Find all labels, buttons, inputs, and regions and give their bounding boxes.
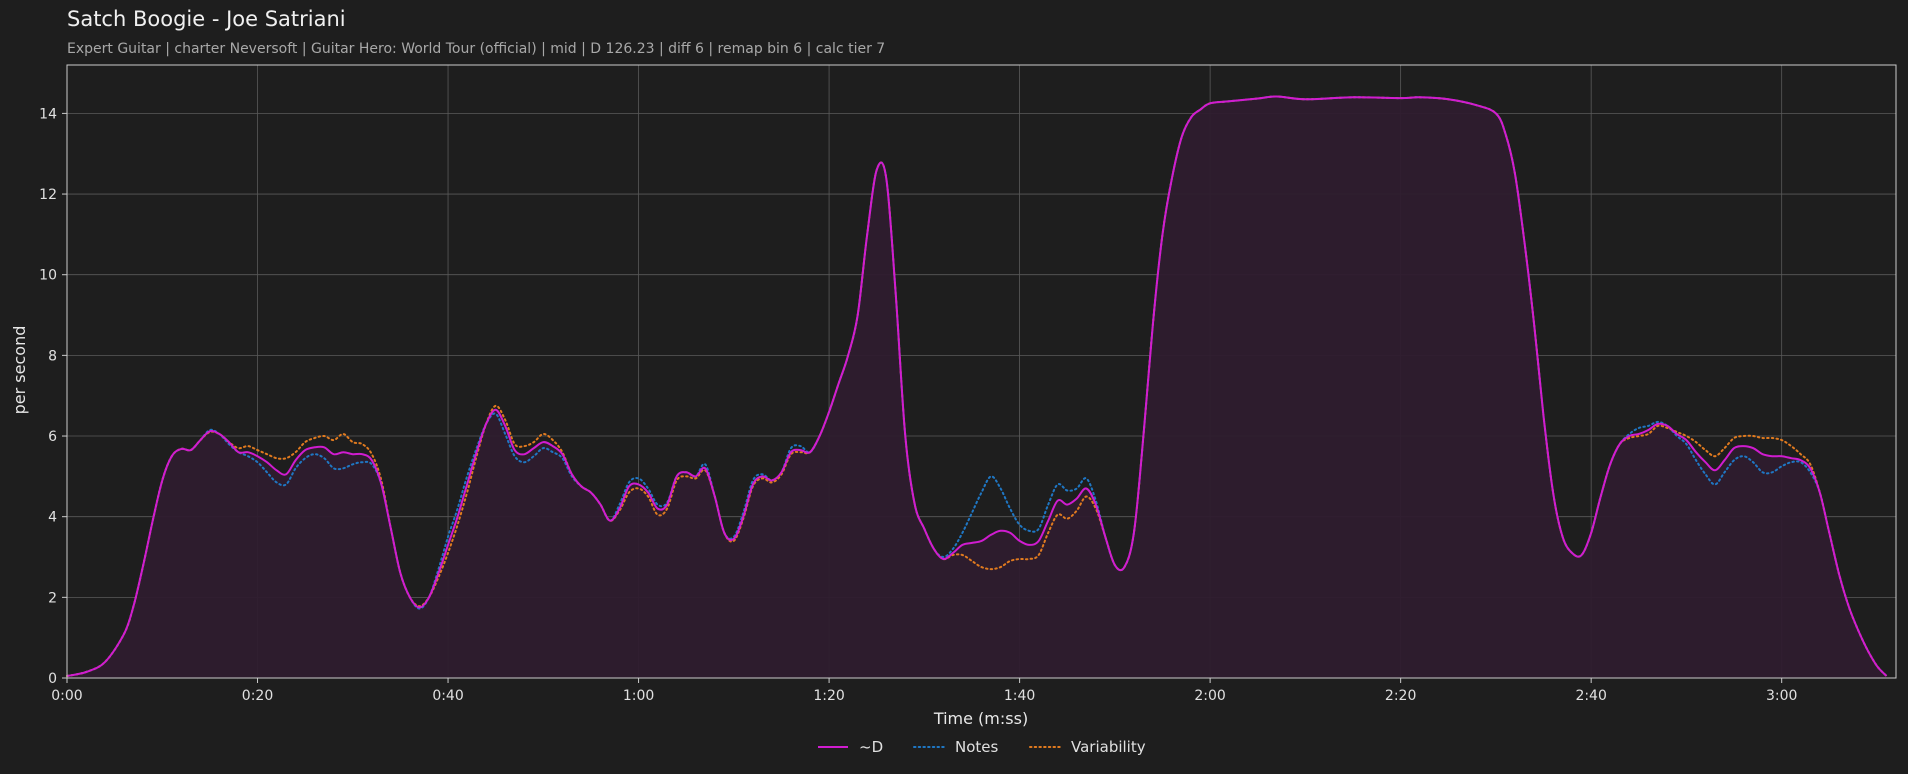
y-tick-label: 12: [39, 187, 57, 203]
x-tick-label: 1:20: [813, 688, 844, 704]
chart-svg: 0:00 0:20 0:40 1:00 1:20 1:40 2:00 2:20 2:40 3:00…: [10, 64, 1897, 756]
y-tick-label: 4: [48, 510, 57, 526]
x-tick-label: 0:00: [51, 688, 82, 704]
legend-label-1: Notes: [955, 738, 999, 756]
d-area-fill: [67, 96, 1887, 679]
y-tick-label: 14: [39, 106, 57, 122]
x-tick-label: 2:20: [1385, 688, 1416, 704]
legend-label-0: ~D: [859, 738, 883, 756]
x-tick-label: 3:00: [1766, 688, 1797, 704]
x-tick-label: 2:40: [1575, 688, 1606, 704]
y-tick-label: 0: [48, 671, 57, 687]
legend: ~D Notes Variability: [818, 738, 1146, 756]
y-tick-label: 10: [39, 268, 57, 284]
legend-label-2: Variability: [1071, 738, 1146, 756]
x-axis-label: Time (m:ss): [933, 709, 1028, 728]
x-tick-label: 1:40: [1004, 688, 1035, 704]
x-tick-label: 0:40: [432, 688, 463, 704]
y-axis-ticks: 0 2 4 6 8 10 12 14: [39, 106, 67, 687]
y-tick-label: 2: [48, 590, 57, 606]
x-tick-label: 2:00: [1194, 688, 1225, 704]
y-tick-label: 8: [48, 348, 57, 364]
y-axis-label: per second: [10, 326, 29, 415]
x-tick-label: 0:20: [242, 688, 273, 704]
x-tick-label: 1:00: [623, 688, 654, 704]
y-tick-label: 6: [48, 429, 57, 445]
x-axis-ticks: 0:00 0:20 0:40 1:00 1:20 1:40 2:00 2:20 2:40 3:00: [51, 678, 1797, 704]
